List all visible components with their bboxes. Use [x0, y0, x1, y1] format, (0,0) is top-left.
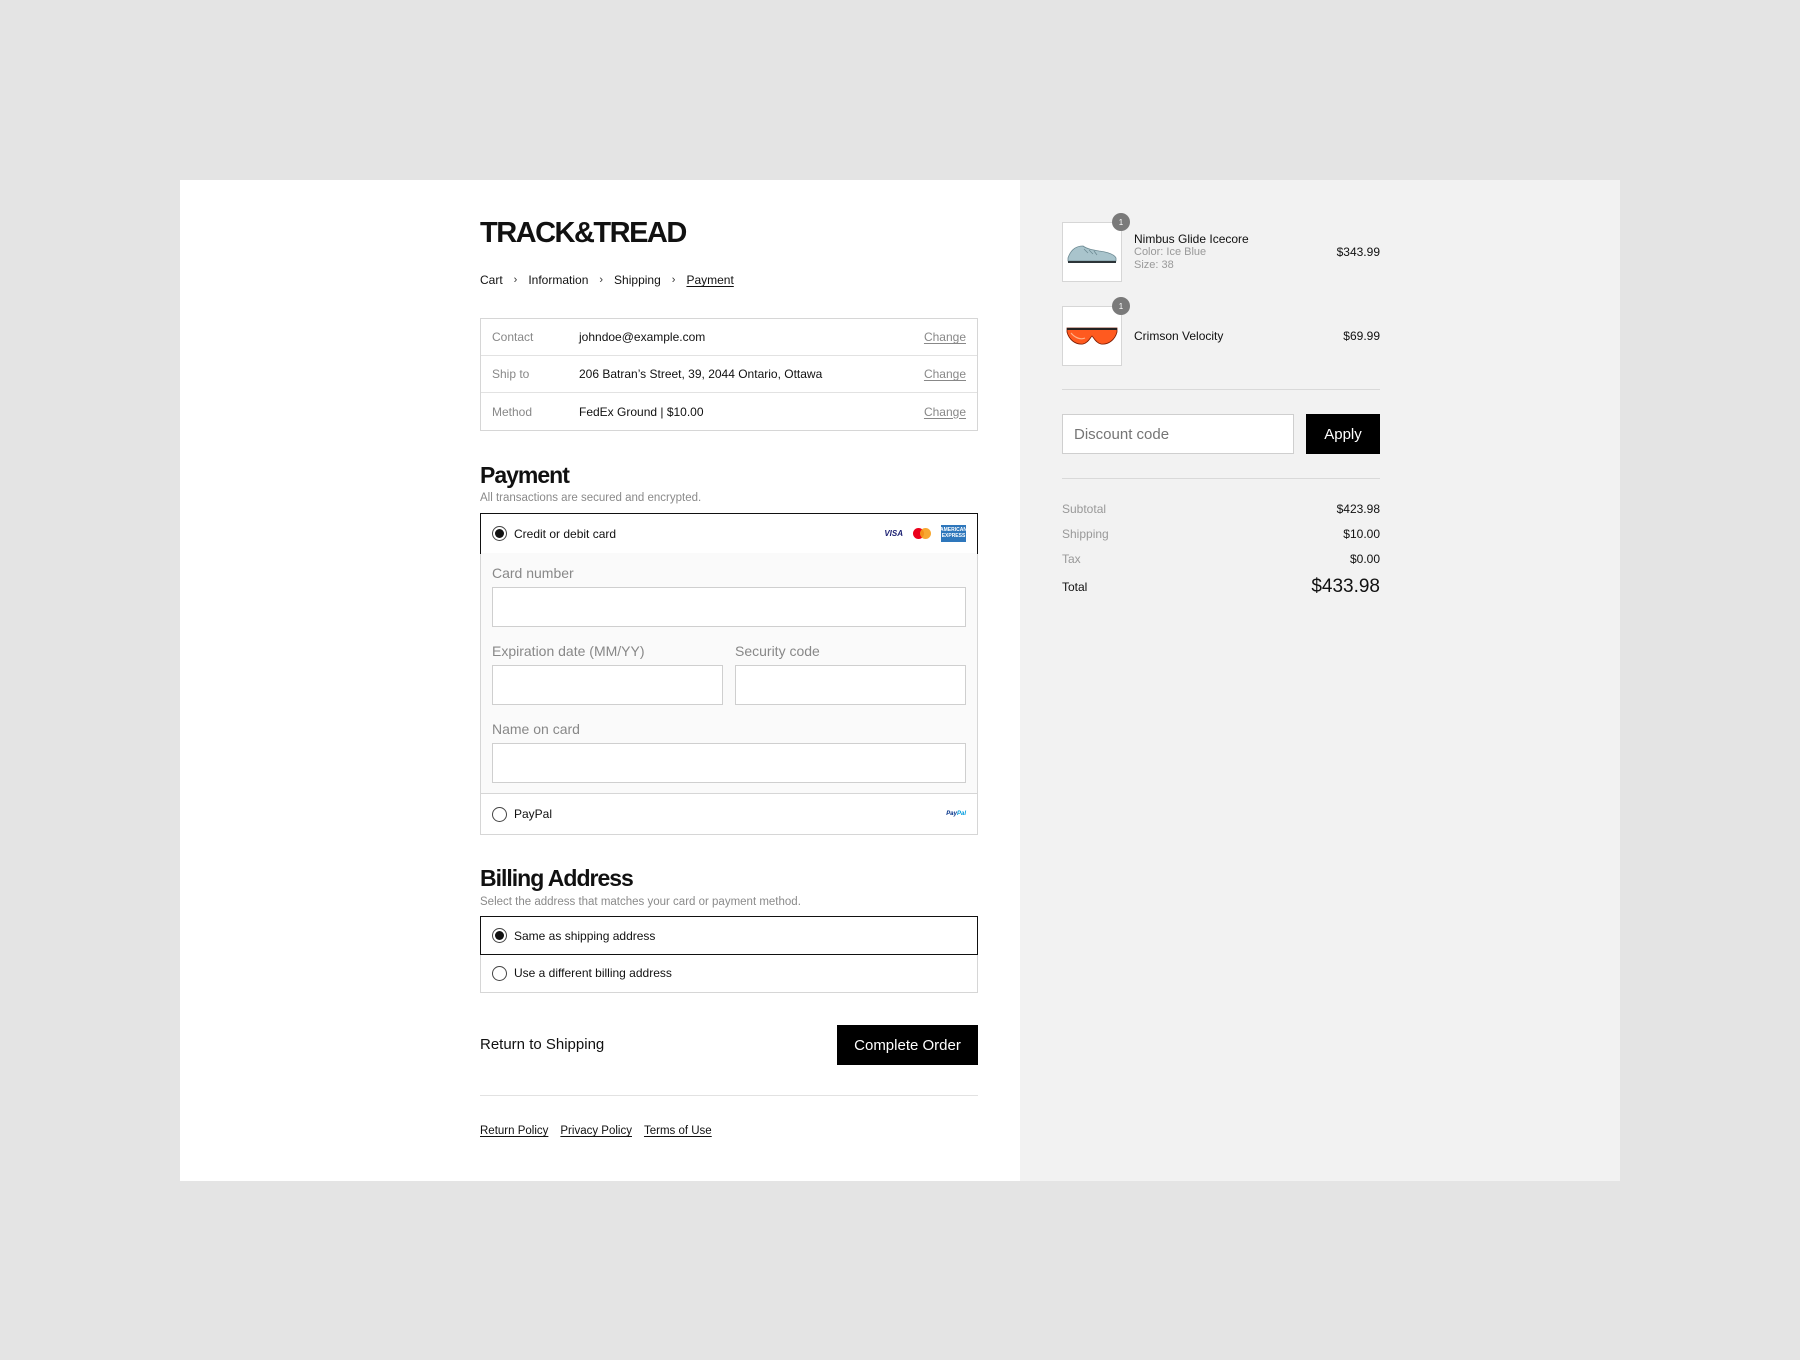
- breadcrumb: Cart › Information › Shipping › Payment: [480, 273, 734, 287]
- different-address-radio[interactable]: [492, 965, 507, 981]
- expiry-input[interactable]: [492, 665, 723, 705]
- complete-order-button[interactable]: Complete Order: [837, 1025, 978, 1065]
- paypal-logo-icon: PayPal: [946, 811, 966, 817]
- card-form: Card number Expiration date (MM/YY) Secu…: [481, 553, 977, 794]
- summary-key: Ship to: [492, 367, 530, 381]
- payment-subtitle: All transactions are secured and encrypt…: [480, 492, 702, 504]
- divider: [1062, 389, 1380, 390]
- chevron-right-icon: ›: [513, 274, 518, 286]
- card-brand-icons: VISA AMERICAN EXPRESS: [884, 525, 967, 542]
- discount-code-input[interactable]: [1062, 414, 1294, 454]
- breadcrumb-shipping[interactable]: Shipping: [614, 273, 661, 287]
- paypal-radio[interactable]: [492, 806, 507, 822]
- total-row: Total $433.98: [1062, 576, 1380, 598]
- billing-subtitle: Select the address that matches your car…: [480, 896, 801, 908]
- tax-label: Tax: [1062, 552, 1081, 566]
- chevron-right-icon: ›: [671, 274, 676, 286]
- subtotal-value: $423.98: [1336, 502, 1380, 516]
- total-value: $433.98: [1311, 576, 1380, 597]
- billing-option-different[interactable]: Use a different billing address: [481, 954, 977, 992]
- change-method-link[interactable]: Change: [924, 405, 966, 419]
- amex-icon: AMERICAN EXPRESS: [940, 525, 967, 542]
- product-thumbnail: [1062, 222, 1122, 282]
- summary-value: FedEx Ground | $10.00: [579, 404, 704, 419]
- item-price: $69.99: [1343, 329, 1380, 343]
- item-size: Size: 38: [1134, 258, 1174, 271]
- security-code-label: Security code: [735, 643, 820, 659]
- summary-key: Contact: [492, 330, 534, 344]
- item-name: Nimbus Glide Icecore: [1134, 232, 1249, 246]
- breadcrumb-information[interactable]: Information: [528, 273, 588, 287]
- terms-of-use-link[interactable]: Terms of Use: [644, 1125, 712, 1137]
- expiry-label: Expiration date (MM/YY): [492, 643, 645, 659]
- shipping-row: Shipping $10.00: [1062, 527, 1380, 541]
- name-on-card-label: Name on card: [492, 721, 580, 737]
- cart-item-details: Nimbus Glide Icecore Color: Ice Blue Siz…: [1134, 232, 1249, 271]
- summary-row-ship-to: Ship to 206 Batran’s Street, 39, 2044 On…: [481, 356, 977, 393]
- card-option-label: Credit or debit card: [514, 526, 617, 541]
- change-ship-to-link[interactable]: Change: [924, 367, 966, 381]
- sunglasses-icon: [1066, 327, 1118, 345]
- payment-option-card[interactable]: Credit or debit card VISA AMERICAN EXPRE…: [480, 513, 978, 554]
- order-review-box: Contact johndoe@example.com Change Ship …: [480, 318, 978, 431]
- return-to-shipping-link[interactable]: Return to Shipping: [480, 1036, 604, 1053]
- different-address-label: Use a different billing address: [514, 966, 672, 980]
- total-label: Total: [1062, 580, 1088, 594]
- payment-title: Payment: [480, 462, 570, 488]
- same-address-label: Same as shipping address: [514, 928, 656, 943]
- checkout-page: TRACK&TREAD Cart › Information › Shippin…: [180, 180, 1620, 1181]
- item-price: $343.99: [1336, 245, 1380, 259]
- breadcrumb-payment[interactable]: Payment: [686, 273, 733, 287]
- breadcrumb-cart[interactable]: Cart: [480, 273, 503, 287]
- billing-option-same[interactable]: Same as shipping address: [480, 916, 978, 955]
- same-address-radio[interactable]: [492, 928, 507, 943]
- apply-discount-button[interactable]: Apply: [1306, 414, 1380, 454]
- shipping-label: Shipping: [1062, 527, 1109, 541]
- tax-row: Tax $0.00: [1062, 552, 1380, 566]
- product-thumbnail: [1062, 306, 1122, 366]
- item-name: Crimson Velocity: [1134, 329, 1224, 343]
- payment-option-paypal[interactable]: PayPal PayPal: [481, 794, 977, 834]
- quantity-badge: 1: [1112, 297, 1130, 315]
- subtotal-label: Subtotal: [1062, 502, 1107, 516]
- billing-title: Billing Address: [480, 865, 634, 891]
- payment-methods: Credit or debit card VISA AMERICAN EXPRE…: [480, 513, 978, 835]
- summary-row-contact: Contact johndoe@example.com Change: [481, 319, 977, 356]
- summary-value: johndoe@example.com: [579, 330, 706, 344]
- brand-logo[interactable]: TRACK&TREAD: [480, 217, 687, 250]
- name-on-card-input[interactable]: [492, 743, 966, 783]
- paypal-option-label: PayPal: [514, 807, 553, 821]
- order-summary-panel: 1 Nimbus Glide Icecore Color: Ice Blue S…: [1020, 180, 1620, 1181]
- card-radio[interactable]: [492, 526, 507, 541]
- quantity-badge: 1: [1112, 213, 1130, 231]
- item-color: Color: Ice Blue: [1134, 246, 1207, 258]
- visa-icon: VISA: [884, 529, 903, 538]
- summary-value: 206 Batran’s Street, 39, 2044 Ontario, O…: [579, 367, 823, 381]
- shoe-icon: [1067, 245, 1117, 263]
- card-number-label: Card number: [492, 565, 574, 581]
- footer-links: Return Policy Privacy Policy Terms of Us…: [480, 1125, 712, 1137]
- card-number-input[interactable]: [492, 587, 966, 627]
- mastercard-icon: [913, 528, 931, 539]
- tax-value: $0.00: [1349, 552, 1380, 566]
- divider: [1062, 478, 1380, 479]
- divider: [480, 1095, 978, 1096]
- subtotal-row: Subtotal $423.98: [1062, 502, 1380, 516]
- summary-key: Method: [492, 404, 533, 419]
- security-code-input[interactable]: [735, 665, 966, 705]
- chevron-right-icon: ›: [599, 274, 604, 286]
- summary-row-method: Method FedEx Ground | $10.00 Change: [481, 393, 977, 430]
- billing-options: Same as shipping address Use a different…: [480, 916, 978, 993]
- privacy-policy-link[interactable]: Privacy Policy: [560, 1125, 632, 1137]
- return-policy-link[interactable]: Return Policy: [480, 1125, 548, 1137]
- change-contact-link[interactable]: Change: [924, 330, 966, 344]
- shipping-value: $10.00: [1343, 527, 1380, 541]
